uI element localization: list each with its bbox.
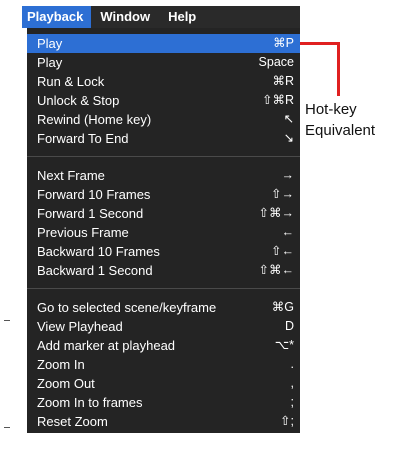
menu-separator [27,156,300,157]
menu-item-label: View Playhead [37,319,123,334]
menu-item[interactable]: Unlock & Stop ⇧⌘R [27,91,300,110]
menu-item-shortcut: → [281,168,295,182]
menu-item-shortcut: Space [258,55,294,69]
menu-playback[interactable]: Playback [22,6,92,28]
menu-item-shortcut: ⌥* [274,338,294,352]
callout-line [300,42,340,45]
menu-item-shortcut: ⇧→ [271,187,294,201]
menu-bar: Playback Window Help [22,6,300,28]
menu-item-label: Go to selected scene/keyframe [37,300,217,315]
menu-item-shortcut: ↘ [283,131,294,145]
menu-item[interactable]: Run & Lock ⌘R [27,72,300,91]
menu-item-shortcut: ↖ [283,112,294,126]
edge-mark [4,427,10,428]
menu-item[interactable]: Play ⌘P [27,34,300,53]
menu-item[interactable]: Forward 10 Frames ⇧→ [27,185,300,204]
menu-item-label: Previous Frame [37,225,129,240]
menu-item-shortcut: ⇧← [271,244,294,258]
menu-item[interactable]: View Playhead D [27,317,300,336]
menu-item-shortcut: ⌘R [272,74,294,88]
menu-item-shortcut: , [290,376,294,390]
playback-dropdown-menu: Play ⌘P Play Space Run & Lock ⌘R Unlock & Stop… [27,28,300,448]
menu-item-label: Reset Zoom [37,414,108,429]
menu-item-label: Add marker at playhead [37,338,176,353]
menu-item-shortcut: ⇧⌘→ [258,206,294,220]
menu-item[interactable]: Hide Timeline [27,431,300,450]
menu-item-label: Backward 10 Frames [37,244,160,259]
menu-item-label: Zoom Out [37,376,95,391]
edge-mark [4,320,10,321]
callout-line-2: Equivalent [305,122,376,139]
menu-item[interactable]: Forward To End ↘ [27,129,300,148]
menu-separator [27,288,300,289]
callout-line [337,42,340,96]
menu-item[interactable]: Backward 1 Second ⇧⌘← [27,261,300,280]
menu-item-label: Zoom In [37,357,85,372]
menu-item-label: Run & Lock [37,74,105,89]
menu-item-label: Forward 10 Frames [37,187,151,202]
menu-item[interactable]: Go to selected scene/keyframe ⌘G [27,298,300,317]
menu-item-label: Forward To End [37,131,129,146]
menu-item[interactable]: Add marker at playhead ⌥* [27,336,300,355]
menu-item-shortcut: ⇧; [280,414,294,428]
menu-item-shortcut: D [284,319,294,333]
menu-item-shortcut: ⇧⌘R [261,93,294,107]
menu-item-shortcut: . [290,357,294,371]
menu-item[interactable]: Zoom In. [27,355,300,374]
menu-item-label: Backward 1 Second [37,263,153,278]
menu-item-label: Forward 1 Second [37,206,144,221]
menu-item[interactable]: Play Space [27,53,300,72]
menu-item[interactable]: Backward 10 Frames ⇧← [27,242,300,261]
menu-item-label: Zoom In to frames [37,395,143,410]
callout-line-1: Hot-key [305,101,357,118]
menu-item[interactable]: Reset Zoom ⇧; [27,412,300,431]
menu-item-label: Hide Timeline [37,433,116,448]
menu-item-shortcut: ⌘G [271,300,294,314]
menu-help[interactable]: Help [159,6,205,28]
menu-item[interactable]: Next Frame → [27,166,300,185]
menu-item-label: Rewind (Home key) [37,112,152,127]
callout-label: Hot-key Equivalent [305,99,405,141]
menu-item[interactable]: Rewind (Home key) ↖ [27,110,300,129]
menu-item-label: Play [37,36,63,51]
menu-window[interactable]: Window [91,6,159,28]
menu-item[interactable]: Previous Frame ← [27,223,300,242]
menu-item[interactable]: Zoom In to frames; [27,393,300,412]
menu-item-shortcut: ⌘P [273,36,294,50]
menu-item-label: Next Frame [37,168,105,183]
menu-item-label: Play [37,55,63,70]
menu-item[interactable]: Forward 1 Second ⇧⌘→ [27,204,300,223]
menu-item-shortcut: ; [290,395,294,409]
menu-item-shortcut: ⇧⌘← [258,263,294,277]
menu-item-shortcut: ← [281,225,295,239]
menu-item-label: Unlock & Stop [37,93,120,108]
menu-item[interactable]: Zoom Out, [27,374,300,393]
